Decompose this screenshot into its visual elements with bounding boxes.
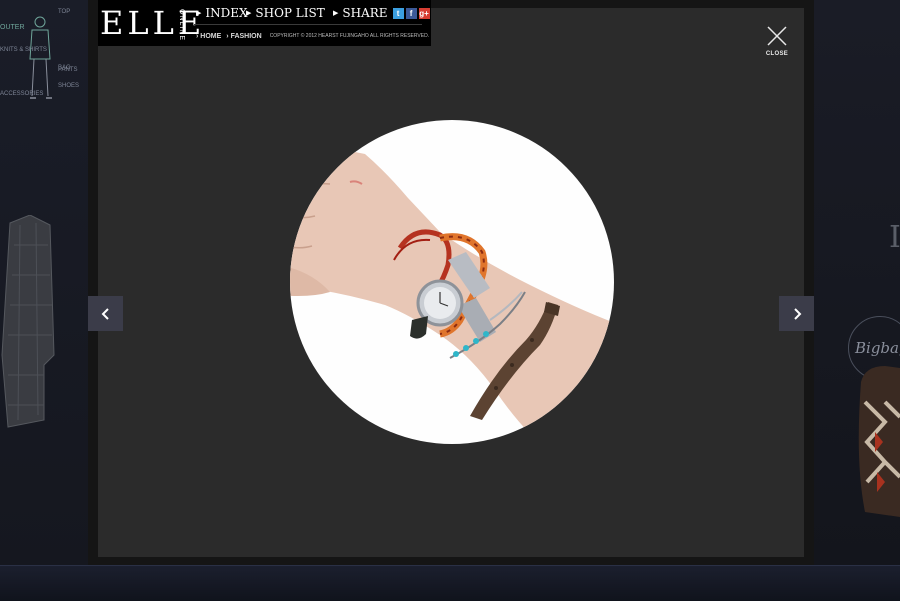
chevron-left-icon: [101, 307, 109, 320]
bg-menu-item: SHOES: [58, 83, 80, 89]
share-icons: t f g+: [392, 7, 430, 19]
nav-index-label: INDEX: [205, 6, 248, 20]
background-footer: [0, 565, 900, 601]
close-button[interactable]: CLOSE: [762, 24, 792, 62]
nav-index[interactable]: ▶ INDEX: [196, 6, 248, 20]
coat-thumbnail: [1, 215, 55, 428]
bag-thumbnail: [858, 366, 900, 517]
close-label: CLOSE: [765, 51, 789, 57]
background-heading-fragment: I: [889, 222, 900, 254]
breadcrumb-home-label: HOME: [200, 32, 222, 40]
nav-shop-list[interactable]: ▶ SHOP LIST: [246, 6, 325, 20]
chevron-right-icon: [793, 307, 801, 320]
bg-menu-item: OUTER: [0, 24, 25, 31]
copyright-text: COPYRIGHT © 2012 HEARST FUJINGAHO ALL RI…: [269, 33, 430, 39]
breadcrumb-fashion[interactable]: › FASHION: [226, 33, 261, 40]
product-photo: [290, 120, 614, 444]
background-left-panel: [0, 0, 98, 565]
wrist-bracelets-image: [290, 147, 614, 444]
logo-subtext: ONLINE: [178, 9, 185, 42]
nav-share-label: SHARE: [342, 6, 388, 20]
breadcrumb-fashion-label: FASHION: [230, 32, 262, 40]
bg-menu-item: ACCESSORIES: [0, 91, 44, 97]
previous-button[interactable]: [88, 296, 123, 331]
breadcrumb-home[interactable]: › HOME: [196, 33, 221, 40]
twitter-icon[interactable]: t: [392, 7, 404, 19]
triangle-right-icon: ▶: [196, 9, 202, 17]
triangle-right-icon: ▶: [246, 9, 252, 17]
next-button[interactable]: [779, 296, 814, 331]
nav-shop-list-label: SHOP LIST: [255, 6, 325, 20]
site-header: ELLE ONLINE ▶ INDEX ▶ SHOP LIST ▶ SHARE …: [98, 0, 431, 46]
close-icon: [767, 26, 787, 46]
facebook-icon[interactable]: f: [405, 7, 417, 19]
header-divider: [194, 24, 422, 25]
logo-text: ELLE: [100, 4, 206, 42]
bag-label: Bigbag: [855, 339, 900, 357]
nav-share: ▶ SHARE t f g+: [333, 6, 430, 20]
triangle-right-icon: ▶: [333, 9, 339, 17]
bg-menu-item: KNITS & SHIRTS: [0, 47, 47, 53]
bg-menu-item: PANTS: [58, 67, 78, 73]
bg-menu-item: TOP: [58, 9, 71, 15]
elle-logo[interactable]: ELLE ONLINE: [100, 6, 201, 42]
breadcrumb: › HOME › FASHION COPYRIGHT © 2012 HEARST…: [196, 31, 429, 41]
google-plus-icon[interactable]: g+: [418, 7, 430, 19]
